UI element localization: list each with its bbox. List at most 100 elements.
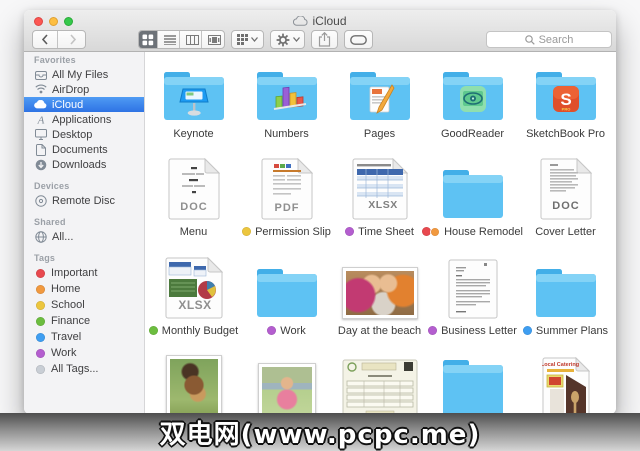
grid-item-cover-letter[interactable]: DOC Cover Letter — [519, 158, 612, 238]
tag-dot-red — [36, 269, 45, 278]
sidebar-tag-home[interactable]: Home — [24, 281, 144, 297]
tag-dot-orange — [430, 227, 440, 237]
item-label-text: House Remodel — [444, 226, 523, 238]
tag-dot-gray — [36, 365, 45, 374]
grid-item-menu[interactable]: DOC Menu — [147, 158, 240, 238]
sidebar-item-airdrop[interactable]: AirDrop — [24, 82, 144, 97]
sketchbook-app-icon: S PRO — [553, 86, 579, 112]
sidebar-item-label: All My Files — [52, 69, 108, 81]
cloud-icon — [34, 99, 47, 111]
xlsx-file-icon: XLSX — [352, 158, 408, 220]
forward-icon — [69, 34, 77, 45]
share-icon — [318, 32, 331, 47]
sidebar-item-all-my-files[interactable]: All My Files — [24, 67, 144, 82]
downloads-icon — [34, 159, 47, 171]
folder-icon — [254, 266, 320, 319]
folder-icon — [440, 69, 506, 122]
grid-item-photo-boy-with-dog[interactable] — [147, 355, 240, 413]
arrange-icon — [237, 34, 248, 45]
sidebar-tag-all-tags[interactable]: All Tags... — [24, 361, 144, 377]
grid-item-pages[interactable]: Pages — [333, 60, 426, 140]
action-menu-button[interactable] — [270, 30, 305, 49]
sidebar-item-shared-all[interactable]: All... — [24, 229, 144, 244]
forward-button[interactable] — [61, 31, 85, 48]
column-view-icon — [186, 35, 199, 45]
gear-icon — [276, 33, 290, 47]
item-label-text: Menu — [180, 226, 208, 238]
grid-item-goodreader[interactable]: GoodReader — [426, 60, 519, 140]
list-view-icon — [164, 35, 176, 45]
sidebar-section-tags: Tags — [24, 253, 144, 265]
tag-dot-green — [149, 326, 158, 335]
search-input[interactable]: Search — [486, 31, 612, 48]
grid-item-sketchbook-pro[interactable]: S PRO SketchBook Pro — [519, 60, 612, 140]
sidebar-item-documents[interactable]: Documents — [24, 142, 144, 157]
svg-text:DOC: DOC — [552, 200, 579, 212]
tags-button[interactable] — [344, 30, 373, 49]
sidebar-tag-finance[interactable]: Finance — [24, 313, 144, 329]
tag-dot-yellow — [36, 301, 45, 310]
grid-item-catering-form[interactable] — [333, 355, 426, 413]
goodreader-app-icon — [460, 86, 486, 112]
sidebar-item-label: All Tags... — [51, 363, 99, 375]
grid-item-folder-clipped[interactable] — [426, 355, 519, 413]
coverflow-view-button[interactable] — [205, 31, 224, 48]
item-label-text: GoodReader — [441, 128, 504, 140]
sidebar-item-downloads[interactable]: Downloads — [24, 157, 144, 172]
flyer-file-icon: Local Catering — [542, 357, 590, 413]
grid-item-monthly-budget[interactable]: XLSX Monthly Budget — [147, 257, 240, 337]
xlsx-file-icon: XLSX — [165, 257, 223, 319]
svg-text:Local Catering: Local Catering — [542, 362, 579, 368]
list-view-button[interactable] — [161, 31, 180, 48]
back-button[interactable] — [33, 31, 58, 48]
tag-dot-blue — [36, 333, 45, 342]
grid-item-time-sheet[interactable]: XLSX Time Sheet — [333, 158, 426, 238]
sidebar-tag-work[interactable]: Work — [24, 345, 144, 361]
grid-item-photo-girl-in-field[interactable] — [240, 355, 333, 413]
chevron-down-icon — [293, 37, 300, 42]
item-label-text: Monthly Budget — [162, 325, 238, 337]
tag-dot-purple — [36, 349, 45, 358]
sidebar-item-label: Remote Disc — [52, 195, 115, 207]
sidebar-tag-travel[interactable]: Travel — [24, 329, 144, 345]
grid-item-house-remodel[interactable]: House Remodel — [426, 158, 519, 238]
grid-item-numbers[interactable]: Numbers — [240, 60, 333, 140]
sidebar-item-applications[interactable]: A Applications — [24, 112, 144, 127]
tag-dot-purple — [267, 326, 276, 335]
grid-item-work-folder[interactable]: Work — [240, 257, 333, 337]
sidebar-item-label: Important — [51, 267, 97, 279]
arrange-button[interactable] — [231, 30, 264, 49]
stack-icon — [34, 69, 47, 81]
nav-buttons — [32, 30, 86, 49]
item-label-text: Pages — [364, 128, 395, 140]
search-icon — [525, 35, 535, 45]
grid-item-day-at-the-beach[interactable]: Day at the beach — [333, 257, 426, 337]
share-button[interactable] — [311, 30, 338, 49]
tag-icon — [350, 35, 367, 45]
grid-item-local-catering-flyer[interactable]: Local Catering — [519, 355, 612, 413]
sidebar-tag-important[interactable]: Important — [24, 265, 144, 281]
coverflow-view-icon — [208, 35, 221, 45]
sidebar-tag-school[interactable]: School — [24, 297, 144, 313]
grid-item-summer-plans[interactable]: Summer Plans — [519, 257, 612, 337]
column-view-button[interactable] — [183, 31, 202, 48]
sidebar-item-icloud[interactable]: iCloud — [24, 97, 144, 112]
tag-dot-yellow — [242, 227, 251, 236]
icon-view-button[interactable] — [139, 31, 158, 48]
doc-file-icon: DOC — [168, 158, 220, 220]
sidebar-item-remote-disc[interactable]: Remote Disc — [24, 193, 144, 208]
grid-item-business-letter[interactable]: Business Letter — [426, 257, 519, 337]
sidebar-item-label: Downloads — [52, 159, 106, 171]
back-icon — [41, 34, 49, 45]
grid-item-permission-slip[interactable]: PDF Permission Slip — [240, 158, 333, 238]
sidebar-item-label: Home — [51, 283, 80, 295]
svg-text:XLSX: XLSX — [368, 199, 397, 211]
sidebar-item-desktop[interactable]: Desktop — [24, 127, 144, 142]
grid-item-keynote[interactable]: Keynote — [147, 60, 240, 140]
chevron-down-icon — [251, 37, 258, 42]
file-grid: Keynote — [145, 52, 616, 413]
sidebar: Favorites All My Files AirDrop iCloud — [24, 52, 145, 413]
item-label-text: Business Letter — [441, 325, 517, 337]
photo-icon — [258, 363, 316, 413]
tag-dot-purple — [345, 227, 354, 236]
